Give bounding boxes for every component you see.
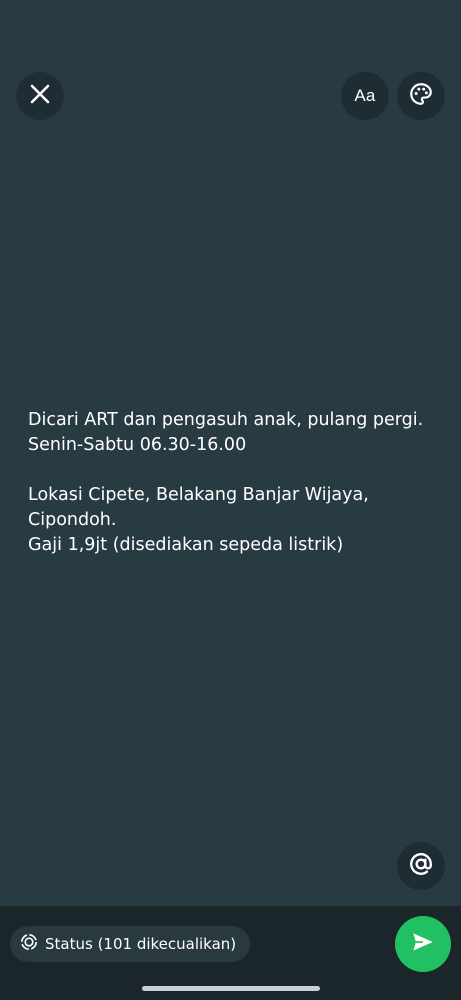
home-indicator: [142, 986, 320, 991]
background-color-button[interactable]: [397, 72, 445, 120]
bottom-bar: Status (101 dikecualikan): [0, 906, 461, 1000]
at-icon: [408, 851, 434, 882]
palette-icon: [408, 81, 434, 112]
font-style-label: Aa: [354, 86, 376, 105]
status-audience-label: Status (101 dikecualikan): [45, 935, 237, 953]
font-style-button[interactable]: Aa: [341, 72, 389, 120]
status-audience-chip[interactable]: Status (101 dikecualikan): [10, 926, 251, 962]
send-icon: [410, 929, 436, 960]
send-button[interactable]: [395, 916, 451, 972]
close-icon: [29, 83, 51, 110]
status-text[interactable]: Dicari ART dan pengasuh anak, pulang per…: [28, 408, 448, 558]
close-button[interactable]: [16, 72, 64, 120]
mention-button[interactable]: [397, 842, 445, 890]
status-ring-icon: [20, 933, 38, 956]
